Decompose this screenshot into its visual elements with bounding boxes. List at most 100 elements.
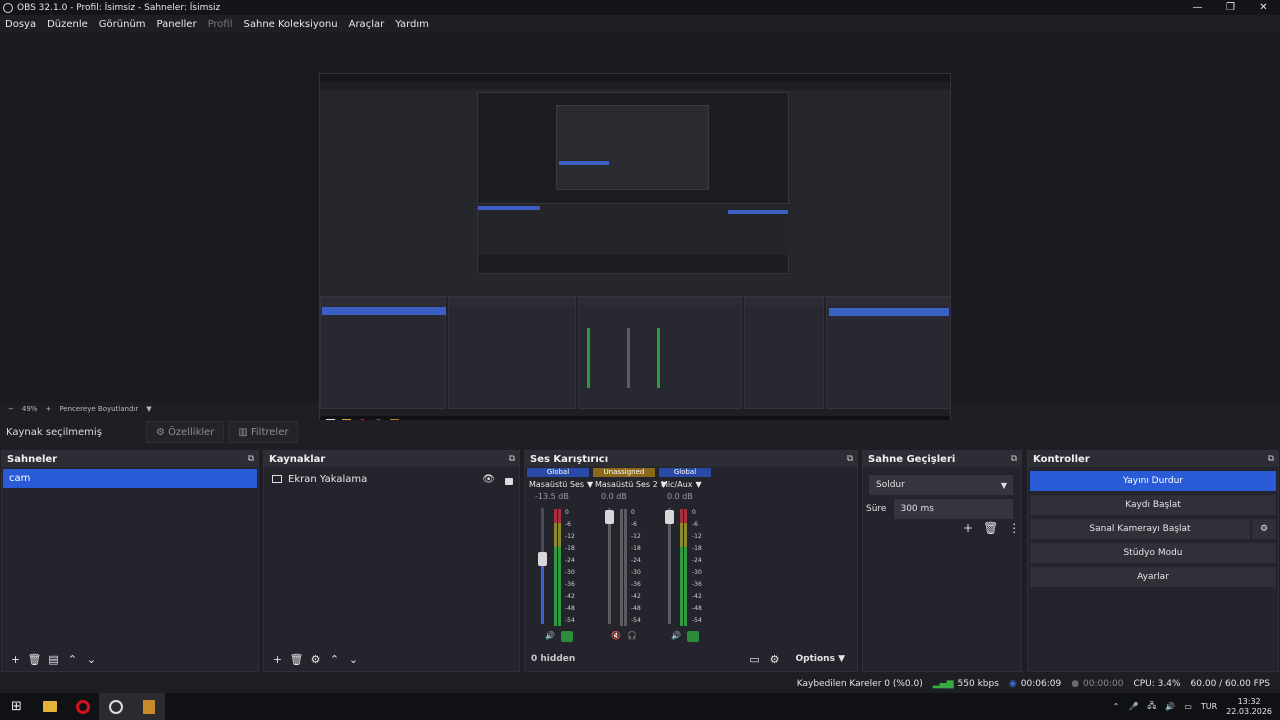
channel-db: 0.0 dB — [667, 492, 693, 501]
undock-icon[interactable]: ⧉ — [248, 454, 254, 464]
headphones-icon[interactable]: 🎧 — [627, 631, 637, 640]
file-explorer-icon[interactable] — [33, 693, 66, 720]
stop-stream-button[interactable]: Yayını Durdur — [1030, 471, 1276, 491]
network-icon[interactable]: 🖧 — [1147, 700, 1156, 714]
channel-name-label: Masaüstü Ses — [529, 479, 585, 489]
channel-db: -13.5 dB — [535, 492, 569, 501]
settings-button[interactable]: Ayarlar — [1030, 567, 1276, 587]
properties-button[interactable]: ⚙ Özellikler — [146, 421, 225, 443]
studio-mode-button[interactable]: Stüdyo Modu — [1030, 543, 1276, 563]
transition-select[interactable]: Soldur ▼ — [869, 475, 1013, 495]
speaker-muted-icon[interactable]: 🔇 — [611, 631, 621, 640]
meter-scale: 0 -6 -12 -18 -24 -30 -36 -42 -48 -54 — [565, 509, 575, 624]
window-title: OBS 32.1.0 - Profil: İsimsiz - Sahneler:… — [17, 2, 221, 13]
signal-bars-icon: ▂▄▆ — [932, 679, 954, 689]
undock-icon[interactable]: ⧉ — [1268, 454, 1274, 464]
filters-button[interactable]: ▥ Filtreler — [228, 421, 299, 443]
menu-view[interactable]: Görünüm — [94, 19, 152, 30]
arrow-up-icon[interactable]: ⌃ — [325, 653, 344, 666]
microphone-icon[interactable]: 🎤 — [1128, 702, 1138, 711]
zoom-mode-select[interactable]: Pencereye Boyutlandır — [59, 405, 138, 413]
channel-name[interactable]: Masaüstü Ses 2 ▼ — [593, 477, 667, 491]
volume-fader[interactable] — [605, 508, 614, 624]
preview-area[interactable] — [0, 33, 1280, 431]
record-time: 00:00:00 — [1083, 679, 1124, 689]
windows-start-icon[interactable]: ⊞ — [0, 693, 33, 720]
volume-fader[interactable] — [538, 508, 547, 624]
menu-docks[interactable]: Paneller — [152, 19, 203, 30]
language-indicator[interactable]: TUR — [1201, 702, 1217, 711]
properties-label: Özellikler — [167, 426, 215, 438]
arrow-down-icon[interactable]: ⌄ — [82, 653, 101, 666]
chevron-up-icon[interactable]: ⌃ — [1113, 702, 1120, 711]
options-label: Options — [795, 654, 835, 664]
channel-name[interactable]: Masaüstü Ses ▼ — [527, 477, 593, 491]
mixer-title: Ses Karıştırıcı — [530, 453, 609, 465]
controls-dock: Kontroller ⧉ Yayını Durdur Kaydı Başlat … — [1027, 450, 1279, 672]
chevron-down-icon[interactable]: ▼ — [146, 405, 151, 413]
menu-help[interactable]: Yardım — [390, 19, 435, 30]
speaker-icon[interactable]: 🔊 — [671, 631, 681, 642]
undock-icon[interactable]: ⧉ — [509, 454, 515, 464]
duration-input[interactable]: 300 ms — [894, 499, 1013, 519]
cpu-usage: CPU: 3.4% — [1133, 679, 1181, 689]
volume-icon[interactable]: 🔊 — [1165, 702, 1175, 711]
volume-fader[interactable] — [665, 508, 674, 624]
maximize-button[interactable]: ❐ — [1214, 0, 1247, 15]
speaker-icon[interactable]: 🔊 — [545, 631, 555, 642]
transition-type: Soldur — [876, 480, 905, 490]
gear-icon[interactable]: ⚙ — [306, 653, 325, 666]
duration-value: 300 ms — [900, 504, 934, 514]
headphones-icon[interactable] — [686, 631, 699, 642]
scene-item[interactable]: cam — [3, 469, 257, 488]
more-options-icon[interactable]: ⋮ — [1008, 521, 1020, 535]
menu-file[interactable]: Dosya — [0, 19, 42, 30]
virtual-camera-settings-icon[interactable]: ⚙ — [1252, 519, 1276, 539]
arrow-up-icon[interactable]: ⌃ — [63, 653, 82, 666]
zoom-out-button[interactable]: − — [8, 405, 14, 413]
clock[interactable]: 13:32 22.03.2026 — [1226, 697, 1272, 717]
layout-icon[interactable]: ▭ — [749, 653, 759, 666]
trash-icon[interactable]: 🗑 — [287, 653, 306, 666]
minimize-button[interactable]: — — [1181, 0, 1214, 15]
level-meter — [620, 509, 623, 626]
eye-icon[interactable]: 👁 — [482, 474, 495, 485]
menu-tools[interactable]: Araçlar — [344, 19, 391, 30]
title-bar: OBS 32.1.0 - Profil: İsimsiz - Sahneler:… — [0, 0, 1280, 15]
mixer-channel: Global Masaüstü Ses ▼ -13.5 dB 0 -6 -12 -18-… — [527, 468, 593, 648]
preview-capture — [319, 73, 951, 431]
obs-taskbar-icon[interactable] — [99, 693, 132, 720]
add-icon[interactable]: + — [963, 521, 973, 535]
headphones-icon[interactable] — [560, 631, 573, 642]
undock-icon[interactable]: ⧉ — [847, 454, 853, 464]
close-button[interactable]: ✕ — [1247, 0, 1280, 15]
options-button[interactable]: Options ▼ — [790, 652, 852, 666]
channel-name[interactable]: Mic/Aux ▼ — [659, 477, 711, 491]
advanced-audio-icon[interactable]: ⚙ — [770, 653, 780, 666]
chevron-down-icon[interactable]: ▼ — [696, 480, 702, 489]
source-item[interactable]: Ekran Yakalama 👁 — [264, 469, 519, 489]
trash-icon[interactable]: 🗑 — [983, 521, 998, 535]
menu-scene-collection[interactable]: Sahne Koleksiyonu — [239, 19, 344, 30]
add-icon[interactable]: + — [268, 653, 287, 666]
status-bar: Kaybedilen Kareler 0 (%0.0) ▂▄▆ 550 kbps… — [0, 675, 1280, 693]
undock-icon[interactable]: ⧉ — [1011, 454, 1017, 464]
add-icon[interactable]: + — [6, 653, 25, 666]
start-recording-button[interactable]: Kaydı Başlat — [1030, 495, 1276, 515]
menu-edit[interactable]: Düzenle — [42, 19, 94, 30]
filter-icon[interactable]: ▤ — [44, 653, 63, 666]
mixer-channel: Global Mic/Aux ▼ 0.0 dB 0 -6 -12 -18 -24 -30 -3… — [659, 468, 711, 648]
zoom-in-button[interactable]: + — [45, 405, 51, 413]
meter-scale: 0 -6 -12 -18 -24 -30 -36 -42 -48 -54 — [692, 509, 702, 624]
trash-icon[interactable]: 🗑 — [25, 653, 44, 666]
arrow-down-icon[interactable]: ⌄ — [344, 653, 363, 666]
level-meter — [684, 509, 687, 626]
lock-icon[interactable] — [505, 477, 513, 485]
virtual-camera-button[interactable]: Sanal Kamerayı Başlat — [1030, 519, 1250, 539]
menu-profile[interactable]: Profil — [203, 19, 239, 30]
mixer-channel: Unassigned Masaüstü Ses 2 ▼ 0.0 dB 0 -6 -12… — [593, 468, 667, 648]
battery-icon[interactable]: ▭ — [1184, 702, 1192, 711]
league-icon[interactable] — [132, 693, 165, 720]
menu-bar: Dosya Düzenle Görünüm Paneller Profil Sa… — [0, 15, 1280, 33]
opera-icon[interactable] — [66, 693, 99, 720]
